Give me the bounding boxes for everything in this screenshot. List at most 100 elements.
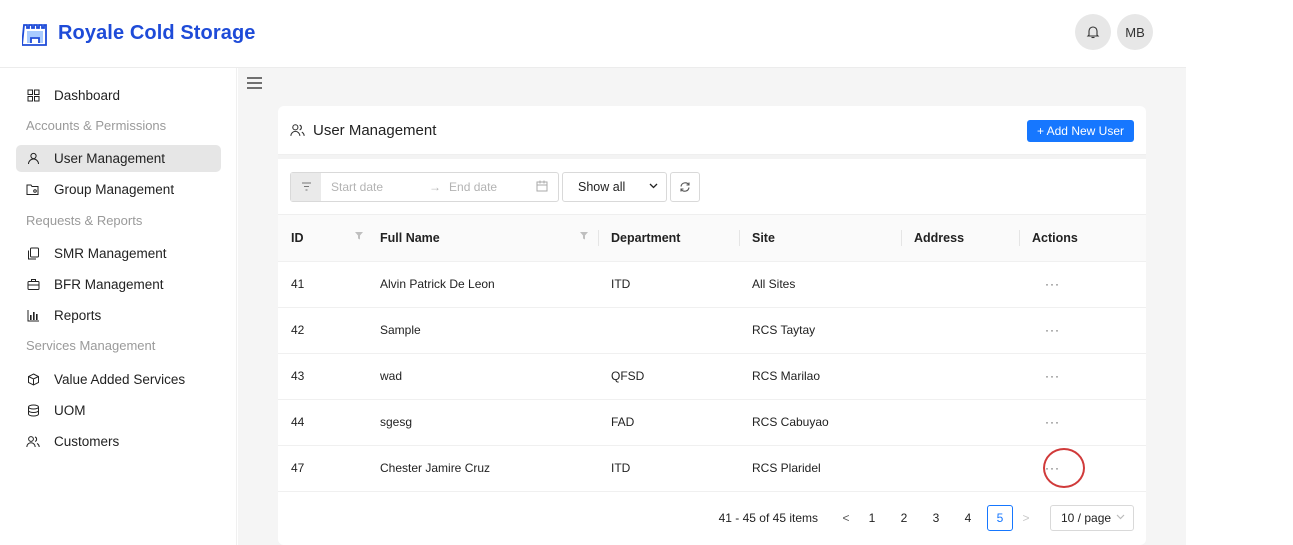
cell-full-name: sgesg: [367, 399, 598, 446]
database-icon: [26, 404, 40, 418]
refresh-icon: [680, 181, 690, 192]
column-separator: [598, 230, 599, 246]
sidebar-item-uom[interactable]: UOM: [16, 397, 221, 424]
cell-id: 42: [278, 307, 367, 354]
add-new-user-button[interactable]: + Add New User: [1026, 120, 1134, 142]
column-header-actions: Actions: [1019, 215, 1146, 262]
table-row: 43 wad QFSD RCS Marilao ···: [278, 353, 1146, 400]
sidebar-item-label: User Management: [54, 151, 166, 166]
page-button-5[interactable]: 5: [987, 505, 1013, 531]
user-avatar[interactable]: MB: [1117, 14, 1153, 50]
briefcase-icon: [26, 278, 40, 292]
cell-address: [901, 353, 1019, 400]
sidebar-item-label: Customers: [54, 434, 120, 449]
column-filter-icon[interactable]: [355, 232, 363, 240]
column-filter-icon[interactable]: [580, 232, 588, 240]
refresh-button[interactable]: [670, 171, 700, 202]
cell-full-name: wad: [367, 353, 598, 400]
cell-department: QFSD: [598, 353, 739, 400]
sidebar-group-accounts: Accounts & Permissions: [26, 118, 167, 133]
table-row: 41 Alvin Patrick De Leon ITD All Sites ·…: [278, 261, 1146, 308]
page-button-2[interactable]: 2: [891, 505, 917, 531]
table-row: 42 Sample RCS Taytay ···: [278, 307, 1146, 354]
users-icon: [26, 435, 40, 449]
cell-department: [598, 307, 739, 354]
row-actions-button[interactable]: ···: [1019, 307, 1146, 354]
sidebar-item-label: Group Management: [54, 182, 175, 197]
cell-full-name: Sample: [367, 307, 598, 354]
sidebar-item-customers[interactable]: Customers: [16, 428, 221, 455]
column-header-department: Department: [598, 215, 739, 262]
page-size-value: 10 / page: [1061, 511, 1112, 525]
chevron-down-icon: [1116, 514, 1125, 520]
sidebar-item-dashboard[interactable]: Dashboard: [16, 82, 221, 109]
cell-site: RCS Marilao: [739, 353, 901, 400]
cell-full-name: Chester Jamire Cruz: [367, 445, 598, 492]
users-icon: [290, 124, 305, 136]
group-folder-icon: [26, 183, 40, 197]
next-page-button[interactable]: >: [1016, 511, 1036, 525]
notification-button[interactable]: [1075, 14, 1111, 50]
column-separator: [1019, 230, 1020, 246]
show-filter-select[interactable]: Show all: [562, 171, 667, 202]
table-row: 44 sgesg FAD RCS Cabuyao ···: [278, 399, 1146, 446]
page-button-1[interactable]: 1: [859, 505, 885, 531]
cell-address: [901, 445, 1019, 492]
cell-id: 44: [278, 399, 367, 446]
user-icon: [26, 152, 40, 166]
sidebar-item-label: UOM: [54, 403, 86, 418]
column-header-id[interactable]: ID: [278, 215, 367, 262]
castle-logo-icon: [22, 23, 47, 46]
grid-icon: [26, 89, 40, 103]
cell-department: ITD: [598, 261, 739, 308]
cell-id: 41: [278, 261, 367, 308]
calendar-icon: [536, 180, 548, 191]
app-title: Royale Cold Storage: [58, 22, 256, 44]
copy-icon: [26, 247, 40, 261]
sidebar-item-bfr-management[interactable]: BFR Management: [16, 271, 221, 298]
cell-department: FAD: [598, 399, 739, 446]
sidebar-item-value-added-services[interactable]: Value Added Services: [16, 366, 221, 393]
page-title: User Management: [313, 121, 437, 139]
row-actions-button[interactable]: ···: [1019, 353, 1146, 400]
date-range-picker[interactable]: Start date → End date: [290, 171, 559, 202]
brand[interactable]: Royale Cold Storage: [22, 21, 256, 47]
cell-full-name: Alvin Patrick De Leon: [367, 261, 598, 308]
cell-site: RCS Taytay: [739, 307, 901, 354]
end-date-input[interactable]: End date: [449, 180, 497, 194]
menu-toggle-icon[interactable]: [246, 76, 264, 90]
cell-address: [901, 399, 1019, 446]
box-icon: [26, 373, 40, 387]
sidebar-item-reports[interactable]: Reports: [16, 302, 221, 329]
users-table: ID Full Name Department Site Address Act…: [278, 215, 1146, 492]
pagination-total: 41 - 45 of 45 items: [718, 511, 818, 525]
table-row: 47 Chester Jamire Cruz ITD RCS Plaridel …: [278, 445, 1146, 492]
sidebar-item-user-management[interactable]: User Management: [16, 145, 221, 172]
sidebar-item-group-management[interactable]: Group Management: [16, 176, 221, 203]
row-actions-button[interactable]: ···: [1019, 261, 1146, 308]
sidebar-item-label: BFR Management: [54, 277, 164, 292]
sidebar-group-services: Services Management: [26, 338, 156, 353]
sidebar-item-label: Reports: [54, 308, 102, 323]
sidebar: Dashboard Accounts & Permissions User Ma…: [0, 68, 237, 545]
page-button-4[interactable]: 4: [955, 505, 981, 531]
page-size-select[interactable]: 10 / page: [1050, 505, 1134, 531]
bar-chart-icon: [26, 309, 40, 323]
cell-id: 47: [278, 445, 367, 492]
sidebar-group-requests: Requests & Reports: [26, 213, 143, 228]
card-header: User Management + Add New User: [278, 106, 1146, 155]
pagination: 41 - 45 of 45 items < 1 2 3 4 5 > 10 / p…: [719, 505, 1134, 531]
filter-icon[interactable]: [291, 172, 321, 201]
start-date-input[interactable]: Start date: [331, 180, 383, 194]
page-button-3[interactable]: 3: [923, 505, 949, 531]
cell-department: ITD: [598, 445, 739, 492]
column-separator: [739, 230, 740, 246]
sidebar-item-smr-management[interactable]: SMR Management: [16, 240, 221, 267]
prev-page-button[interactable]: <: [836, 511, 856, 525]
cell-id: 43: [278, 353, 367, 400]
chevron-down-icon: [649, 183, 658, 188]
top-bar: Royale Cold Storage MB: [0, 0, 1186, 68]
row-actions-button[interactable]: ···: [1019, 399, 1146, 446]
app-root: Royale Cold Storage MB Dashboard Account…: [0, 0, 1293, 545]
column-header-full-name[interactable]: Full Name: [367, 215, 598, 262]
